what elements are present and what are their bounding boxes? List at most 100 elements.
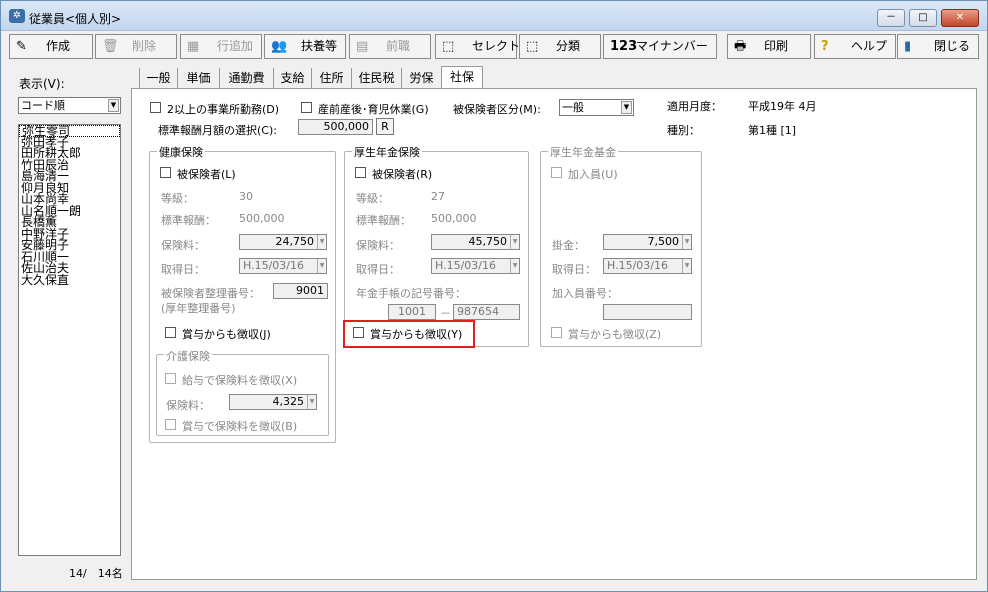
tab-address[interactable]: 住所 (311, 68, 351, 89)
help-icon: ? (821, 39, 829, 54)
health-premium-value: 24,750 (275, 235, 315, 248)
highlight-box (343, 320, 475, 348)
fund-number-field[interactable] (603, 304, 692, 320)
dropdown-icon: ▼ (317, 235, 326, 249)
health-number-label: 被保険者整理番号： (161, 287, 260, 300)
display-label: 表示(V): (19, 77, 65, 91)
health-acq-label: 取得日： (161, 263, 205, 276)
care-bonus-label: 賞与で保険料を徴収(B) (182, 420, 298, 433)
insured-type-label: 被保険者区分(M): (453, 103, 541, 116)
kind-label: 種別： (667, 124, 700, 137)
pension-std-label: 標準報酬： (356, 214, 411, 227)
minimize-button[interactable]: － (877, 9, 905, 27)
tab-resident-tax[interactable]: 住民税 (351, 68, 401, 89)
add-row-button[interactable]: ▦ 行追加 (180, 34, 262, 59)
maternity-label: 産前産後･育児休業(G) (318, 103, 429, 116)
close-window-button[interactable]: ✕ (941, 9, 979, 27)
previous-job-button[interactable]: ▤ 前職 (349, 34, 431, 59)
pension-acq-field[interactable]: H.15/03/16 ▼ (431, 258, 520, 274)
fund-acq-value: H.15/03/16 (607, 259, 668, 272)
fund-bonus-checkbox[interactable] (551, 327, 562, 338)
pension-premium-value: 45,750 (468, 235, 508, 248)
pension-premium-field[interactable]: 45,750 ▼ (431, 234, 520, 250)
apply-month-label: 適用月度： (667, 100, 722, 113)
pension-fund-title: 厚生年金基金 (548, 144, 618, 160)
tab-unit-price[interactable]: 単価 (177, 68, 219, 89)
previous-job-label: 前職 (386, 39, 411, 53)
close-label: 閉じる (934, 39, 971, 53)
health-acq-field[interactable]: H.15/03/16 ▼ (239, 258, 327, 274)
dropdown-icon: ▼ (317, 259, 326, 273)
fund-bonus-label: 賞与からも徴収(Z) (568, 328, 662, 341)
health-premium-field[interactable]: 24,750 ▼ (239, 234, 327, 250)
fund-member-checkbox[interactable] (551, 167, 562, 178)
tab-commute[interactable]: 通勤費 (219, 68, 273, 89)
pension-insured-label: 被保険者(R) (372, 168, 433, 181)
health-grade-label: 等級： (161, 192, 194, 205)
main-window: ✲ 従業員<個人別> － □ ✕ ✎ 作成 🗑 削除 ▦ 行追加 👥 扶養等 ▤ 前職 ⬚… (0, 0, 988, 592)
fund-fee-value: 7,500 (647, 235, 680, 248)
fund-number-label: 加入員番号： (552, 287, 618, 300)
care-premium-value: 4,325 (272, 395, 305, 408)
select-icon: ⬚ (442, 39, 455, 54)
tab-payment[interactable]: 支給 (273, 68, 311, 89)
health-bonus-label: 賞与からも徴収(J) (182, 328, 271, 341)
help-button[interactable]: ? ヘルプ (814, 34, 896, 59)
toolbar: ✎ 作成 🗑 削除 ▦ 行追加 👥 扶養等 ▤ 前職 ⬚ セレクト ⬚ 分類 123マイナンバ… (5, 34, 985, 60)
door-icon: ▮ (904, 39, 912, 54)
mynumber-button[interactable]: 123マイナンバー (603, 34, 717, 59)
pension-book1-field[interactable]: 1001 (388, 304, 436, 320)
health-grade-value: 30 (239, 190, 253, 203)
dropdown-icon: ▼ (682, 259, 691, 273)
care-salary-checkbox[interactable] (165, 373, 176, 384)
number-icon: 123 (610, 39, 638, 54)
maximize-button[interactable]: □ (909, 9, 937, 27)
tab-labor-insurance[interactable]: 労保 (401, 68, 441, 89)
select-button[interactable]: ⬚ セレクト (435, 34, 521, 59)
title-bar: ✲ 従業員<個人別> － □ ✕ (1, 1, 987, 31)
classify-button[interactable]: ⬚ 分類 (519, 34, 601, 59)
create-icon: ✎ (16, 39, 27, 54)
standard-select-field[interactable]: 500,000 (298, 119, 373, 135)
fund-acq-field[interactable]: H.15/03/16 ▼ (603, 258, 692, 274)
dependents-button[interactable]: 👥 扶養等 (264, 34, 346, 59)
delete-button[interactable]: 🗑 削除 (95, 34, 177, 59)
print-button[interactable]: 🖶 印刷 (727, 34, 811, 59)
pension-std-value: 500,000 (431, 212, 477, 225)
classify-icon: ⬚ (526, 39, 539, 54)
maternity-checkbox[interactable] (301, 102, 312, 113)
printer-icon: 🖶 (734, 39, 747, 54)
close-button[interactable]: ▮ 閉じる (897, 34, 979, 59)
care-bonus-checkbox[interactable] (165, 419, 176, 430)
health-acq-value: H.15/03/16 (243, 259, 304, 272)
fund-fee-field[interactable]: 7,500 ▼ (603, 234, 692, 250)
multi-office-label: 2以上の事業所勤務(D) (167, 103, 280, 116)
health-insured-checkbox[interactable] (160, 167, 171, 178)
health-number-field[interactable]: 9001 (273, 283, 328, 299)
tab-social-insurance[interactable]: 社保 (441, 66, 483, 89)
select-label: セレクト (472, 39, 521, 53)
classify-label: 分類 (556, 39, 581, 53)
help-label: ヘルプ (851, 39, 888, 53)
document-icon: ▤ (356, 39, 369, 54)
insured-type-select[interactable]: 一般 ▼ (559, 99, 634, 116)
r-button[interactable]: R (376, 118, 394, 135)
pension-grade-value: 27 (431, 190, 445, 203)
care-premium-field[interactable]: 4,325 ▼ (229, 394, 317, 410)
sort-select[interactable]: コード順 ▼ (18, 97, 121, 114)
create-button[interactable]: ✎ 作成 (9, 34, 93, 59)
pension-book2-field[interactable]: 987654 (453, 304, 520, 320)
multi-office-checkbox[interactable] (150, 102, 161, 113)
tab-general[interactable]: 一般 (139, 68, 177, 89)
pension-acq-value: H.15/03/16 (435, 259, 496, 272)
pension-insured-checkbox[interactable] (355, 167, 366, 178)
mynumber-label: マイナンバー (636, 39, 708, 53)
employee-list[interactable]: 弥生零司 弥田孝子 田所耕太郎 竹田辰治 島海清一 仰月良知 山本尚幸 山名順一… (18, 124, 121, 556)
trash-icon: 🗑 (102, 39, 119, 54)
grid-icon: ▦ (187, 39, 200, 54)
pension-book-label: 年金手帳の記号番号： (356, 287, 466, 300)
health-bonus-checkbox[interactable] (165, 327, 176, 338)
list-item[interactable]: 大久保直 (19, 274, 120, 287)
people-icon: 👥 (271, 39, 288, 54)
care-insurance-title: 介護保険 (164, 348, 212, 364)
